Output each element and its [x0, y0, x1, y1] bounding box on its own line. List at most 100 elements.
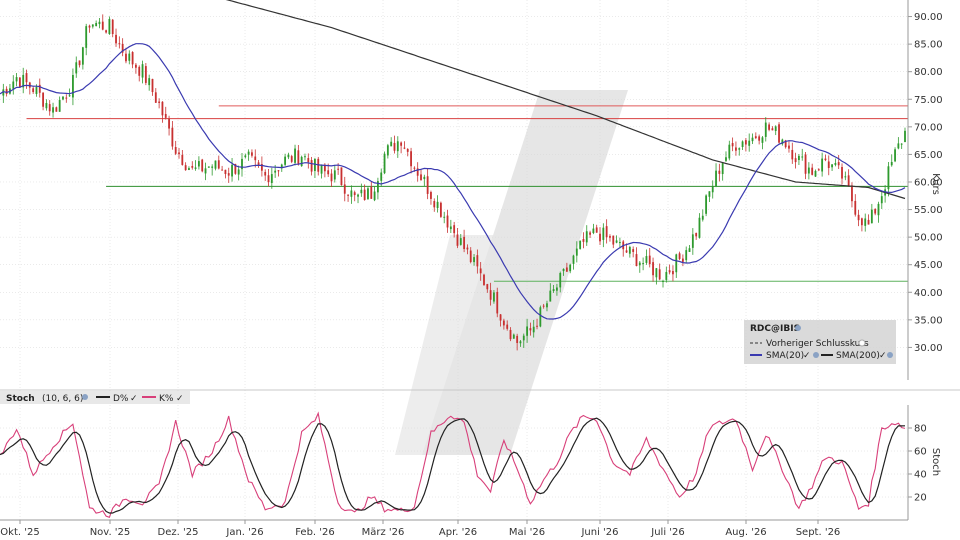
- price-tick-label: 45.00: [914, 260, 943, 271]
- legend-symbol: RDC@IBIS: [750, 324, 800, 334]
- candle-body: [546, 303, 548, 308]
- k-check-icon[interactable]: ✓: [176, 394, 184, 404]
- candle-body: [764, 122, 767, 137]
- candle-body: [267, 175, 270, 183]
- d-check-icon[interactable]: ✓: [130, 394, 138, 404]
- candle-body: [556, 287, 558, 291]
- candle-body: [254, 156, 257, 161]
- candle-body: [512, 334, 515, 339]
- candle-body: [549, 290, 552, 302]
- candle-body: [42, 92, 45, 107]
- candle-body: [191, 165, 194, 168]
- candle-body: [55, 107, 58, 112]
- legend-prev-close: Vorheriger Schlusskurs: [766, 339, 869, 349]
- candle-body: [725, 157, 727, 161]
- candle-body: [101, 21, 104, 30]
- candle-body: [609, 236, 611, 238]
- prev-close-toggle-icon[interactable]: [858, 339, 866, 347]
- sma20-settings-icon[interactable]: [813, 352, 819, 358]
- candle-body: [386, 145, 389, 156]
- candle-body: [91, 24, 94, 27]
- candle-body: [154, 92, 157, 103]
- stoch-params: (10, 6, 6): [42, 394, 83, 404]
- candle-body: [817, 169, 820, 171]
- candle-body: [662, 281, 664, 283]
- candle-body: [625, 250, 628, 253]
- candle-body: [506, 324, 509, 329]
- candle-body: [834, 163, 837, 165]
- candle-body: [314, 158, 316, 171]
- candle-body: [579, 240, 582, 249]
- candle-body: [15, 77, 18, 82]
- candle-body: [605, 226, 608, 238]
- candle-body: [439, 202, 442, 217]
- price-tick-label: 75.00: [914, 95, 943, 106]
- stoch-tick-label: 60: [914, 447, 927, 458]
- candle-body: [562, 268, 565, 272]
- candle-body: [585, 231, 588, 243]
- candle-body: [469, 250, 472, 263]
- price-tick-label: 70.00: [914, 122, 943, 133]
- candle-body: [158, 101, 161, 103]
- candle-body: [890, 161, 893, 166]
- candle-body: [459, 238, 462, 245]
- candle-body: [111, 19, 114, 35]
- candle-body: [58, 100, 61, 112]
- candle-body: [406, 149, 409, 152]
- candle-body: [68, 95, 71, 97]
- candle-body: [761, 137, 764, 143]
- candle-body: [65, 97, 68, 99]
- candle-body: [88, 25, 91, 28]
- candle-body: [526, 326, 528, 336]
- sma20-check-icon[interactable]: ✓: [803, 351, 811, 361]
- candle-body: [237, 169, 240, 175]
- candle-body: [78, 60, 81, 66]
- candle-body: [592, 228, 595, 234]
- time-axis-ticks: Okt. '25 Nov. '25 Dez. '25 Jan. '26 Feb. '26…: [0, 520, 840, 538]
- candle-body: [85, 26, 88, 48]
- candle-body: [788, 145, 790, 149]
- candle-body: [373, 191, 376, 201]
- candle-body: [363, 189, 366, 200]
- candle-body: [340, 167, 343, 186]
- candle-body: [695, 233, 698, 237]
- candle-body: [327, 170, 330, 175]
- sma200-settings-icon[interactable]: [887, 352, 893, 358]
- candle-body: [449, 226, 452, 230]
- candle-body: [337, 168, 340, 170]
- candle-body: [493, 292, 495, 302]
- candle-body: [224, 169, 227, 175]
- candle-body: [771, 128, 774, 131]
- month-label: Okt. '25: [0, 527, 39, 538]
- candle-body: [499, 314, 502, 321]
- candle-body: [688, 248, 691, 252]
- symbol-settings-icon[interactable]: [795, 325, 801, 331]
- candle-body: [539, 307, 542, 327]
- candle-body: [5, 88, 8, 94]
- candle-body: [403, 147, 406, 149]
- candle-body: [135, 64, 137, 68]
- stoch-settings-icon[interactable]: [82, 394, 88, 400]
- candle-body: [466, 247, 469, 250]
- candle-body: [615, 240, 618, 243]
- candle-body: [25, 73, 28, 83]
- candle-body: [559, 273, 562, 288]
- candle-body: [221, 169, 224, 171]
- candle-body: [95, 23, 98, 27]
- candle-body: [860, 218, 863, 226]
- candle-body: [18, 77, 21, 87]
- candle-body: [320, 165, 323, 174]
- month-label: Aug. '26: [725, 527, 766, 538]
- candle-body: [648, 255, 651, 265]
- candle-body: [489, 290, 492, 300]
- candle-body: [115, 34, 117, 44]
- sma200-check-icon[interactable]: ✓: [879, 351, 887, 361]
- candle-body: [473, 257, 475, 263]
- candle-body: [831, 164, 833, 168]
- candle-body: [618, 242, 621, 244]
- candle-body: [178, 152, 180, 155]
- candle-body: [201, 159, 204, 172]
- candle-body: [347, 194, 349, 196]
- candle-body: [164, 114, 167, 118]
- candle-body: [188, 168, 190, 171]
